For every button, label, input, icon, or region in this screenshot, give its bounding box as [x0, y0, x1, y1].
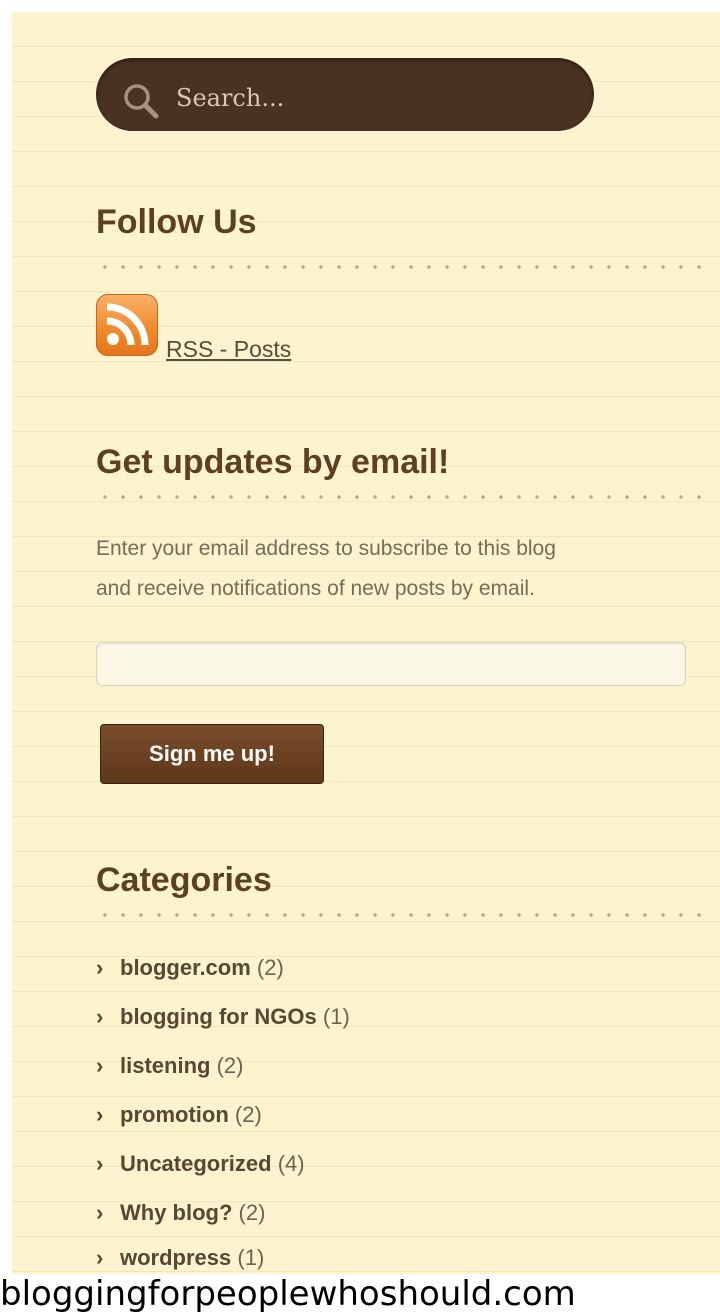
- divider: [96, 265, 708, 269]
- subscribe-description: and receive notifications of new posts b…: [96, 577, 535, 600]
- category-item[interactable]: › promotion (2): [96, 1102, 262, 1132]
- chevron-right-icon: ›: [96, 1102, 104, 1127]
- source-caption: bloggingforpeoplewhoshould.com: [0, 1274, 576, 1314]
- category-count: (2): [238, 1200, 266, 1225]
- category-link[interactable]: promotion: [120, 1102, 229, 1127]
- email-field[interactable]: [96, 642, 686, 686]
- categories-heading: Categories: [96, 861, 272, 899]
- category-link[interactable]: Why blog?: [120, 1200, 232, 1225]
- search-input[interactable]: [176, 78, 576, 118]
- category-item[interactable]: › wordpress (1): [96, 1245, 264, 1275]
- sign-up-button[interactable]: Sign me up!: [100, 724, 324, 784]
- divider: [96, 495, 708, 499]
- category-count: (2): [216, 1053, 244, 1078]
- chevron-right-icon: ›: [96, 1200, 104, 1225]
- category-count: (4): [277, 1151, 305, 1176]
- category-link[interactable]: blogger.com: [120, 955, 251, 980]
- search-icon[interactable]: [120, 80, 164, 124]
- rss-posts-link[interactable]: RSS - Posts: [166, 336, 291, 363]
- subscribe-description: Enter your email address to subscribe to…: [96, 537, 556, 560]
- category-count: (1): [237, 1245, 265, 1270]
- category-item[interactable]: › listening (2): [96, 1053, 243, 1083]
- chevron-right-icon: ›: [96, 1053, 104, 1078]
- category-link[interactable]: listening: [120, 1053, 210, 1078]
- category-count: (2): [234, 1102, 262, 1127]
- category-link[interactable]: Uncategorized: [120, 1151, 272, 1176]
- category-item[interactable]: › Why blog? (2): [96, 1200, 265, 1230]
- category-item[interactable]: › Uncategorized (4): [96, 1151, 305, 1181]
- follow-us-heading: Follow Us: [96, 203, 257, 241]
- chevron-right-icon: ›: [96, 1245, 104, 1270]
- divider: [96, 913, 708, 917]
- chevron-right-icon: ›: [96, 1151, 104, 1176]
- category-item[interactable]: › blogger.com (2): [96, 955, 284, 985]
- category-link[interactable]: blogging for NGOs: [120, 1004, 317, 1029]
- rss-feed-icon[interactable]: [96, 294, 158, 356]
- email-updates-heading: Get updates by email!: [96, 443, 450, 481]
- category-link[interactable]: wordpress: [120, 1245, 231, 1270]
- category-item[interactable]: › blogging for NGOs (1): [96, 1004, 350, 1034]
- chevron-right-icon: ›: [96, 955, 104, 980]
- category-count: (2): [256, 955, 284, 980]
- chevron-right-icon: ›: [96, 1004, 104, 1029]
- category-count: (1): [322, 1004, 350, 1029]
